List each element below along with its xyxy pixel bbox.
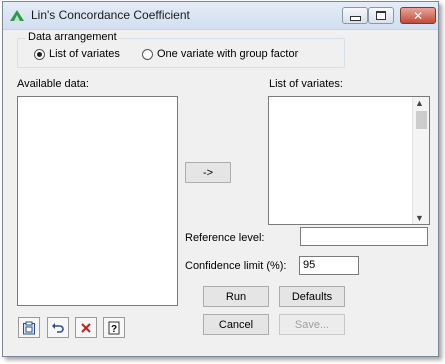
help-tool-button[interactable]: ? [103,317,125,338]
close-icon: ✕ [412,8,424,23]
title-bar[interactable]: Lin's Concordance Coefficient ✕ [3,2,438,30]
help-icon: ? [108,321,120,335]
data-arrangement-group: Data arrangement List of variates One va… [17,31,345,68]
svg-text:?: ? [111,324,117,335]
available-data-list[interactable] [17,96,178,306]
defaults-button[interactable]: Defaults [279,286,345,307]
app-icon [10,10,24,21]
scroll-up-icon[interactable]: ▲ [415,98,424,108]
clipboard-icon [23,321,35,334]
data-arrangement-legend: Data arrangement [26,31,119,43]
confidence-limit-label: Confidence limit (%): [185,260,287,272]
radio-button-selected[interactable] [34,48,45,60]
radio-list-of-variates[interactable]: List of variates [34,48,120,60]
maximize-button[interactable] [368,7,394,24]
radio-one-variate-group-factor[interactable]: One variate with group factor [142,48,298,60]
maximize-icon [376,11,386,20]
radio-button[interactable] [142,48,153,60]
scroll-down-icon[interactable]: ▼ [415,213,424,223]
dialog-window: Lin's Concordance Coefficient ✕ Data arr… [2,1,439,357]
list-of-variates-label: List of variates: [269,78,343,90]
clear-tool-button[interactable] [75,317,97,338]
minimize-icon [349,15,361,21]
variates-scrollbar[interactable]: ▲ ▼ [412,97,429,224]
reference-level-label: Reference level: [185,232,265,244]
window-title: Lin's Concordance Coefficient [31,8,190,22]
radio-label: List of variates [49,48,120,60]
list-of-variates-box[interactable]: ▲ ▼ [268,96,430,225]
minimize-button[interactable] [342,7,368,24]
delete-x-icon [81,322,91,333]
available-data-label: Available data: [17,78,89,90]
close-button[interactable]: ✕ [400,7,436,24]
radio-label: One variate with group factor [157,48,299,60]
paste-tool-button[interactable] [18,317,40,338]
cancel-button[interactable]: Cancel [203,314,269,335]
run-button[interactable]: Run [203,286,269,307]
undo-icon [52,322,64,333]
move-to-list-button[interactable]: -> [185,162,231,183]
confidence-limit-input[interactable]: 95 [299,256,359,275]
save-button[interactable]: Save... [279,314,345,335]
undo-tool-button[interactable] [47,317,69,338]
scroll-thumb[interactable] [416,111,427,129]
reference-level-input[interactable] [300,227,428,246]
